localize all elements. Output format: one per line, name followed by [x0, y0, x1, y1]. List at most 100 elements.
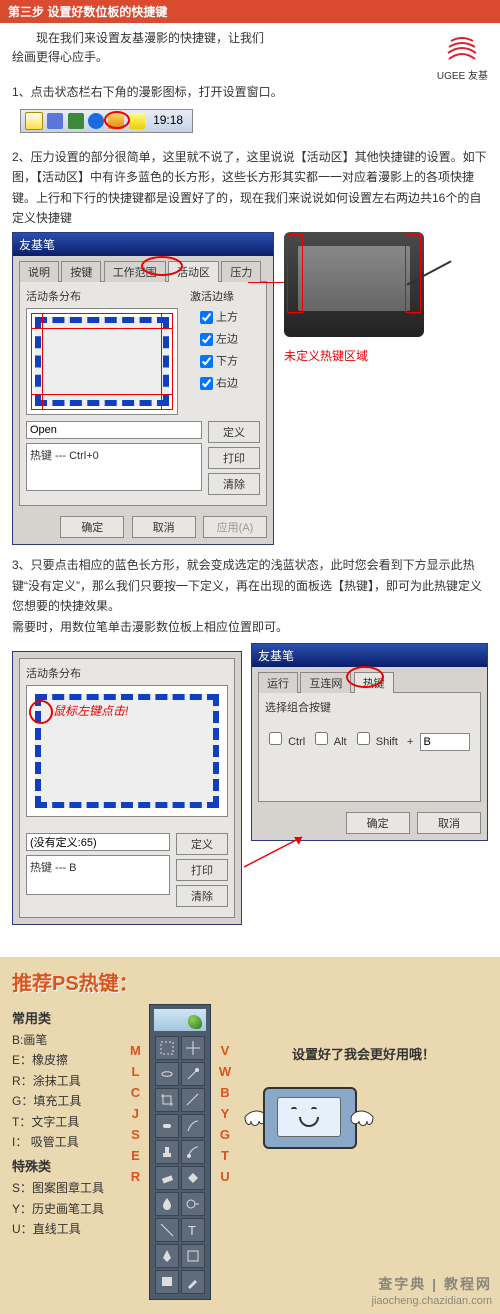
active-area-preview[interactable]: [26, 308, 178, 415]
brand-logo: UGEE 友基: [437, 37, 488, 82]
mascot-tablet: [249, 1073, 369, 1153]
intro-block: 现在我们来设置友基漫影的快捷键，让我们 绘画更得心应手。: [12, 29, 488, 67]
print-button[interactable]: 打印: [208, 447, 260, 469]
tool-notes-icon[interactable]: [155, 1270, 179, 1294]
lbl-ctrl: Ctrl: [288, 736, 305, 748]
tool-eraser-icon[interactable]: [155, 1166, 179, 1190]
manying-icon[interactable]: [108, 113, 124, 129]
intro-line1: 现在我们来设置友基漫影的快捷键，让我们: [12, 29, 488, 48]
tab-internet[interactable]: 互连网: [300, 672, 351, 693]
lbl-shift: Shift: [376, 736, 398, 748]
list-item: L: [130, 1061, 141, 1082]
undefined-hotkey-callout: 未定义热键区域: [284, 347, 488, 364]
tool-marquee-icon[interactable]: [155, 1036, 179, 1060]
list-item: S: [130, 1124, 141, 1145]
define-button2[interactable]: 定义: [176, 833, 228, 855]
click-callout: 鼠标左键点击!: [53, 702, 128, 719]
bluetooth-icon[interactable]: [88, 113, 104, 129]
hotkey-box: 热键 --- Ctrl+0: [26, 443, 202, 491]
tool-pen-icon[interactable]: [155, 1244, 179, 1268]
list-item: G：填充工具: [12, 1091, 122, 1111]
cb-top[interactable]: [200, 311, 213, 324]
tray-app-icon[interactable]: [47, 113, 63, 129]
cb-alt[interactable]: [315, 732, 328, 745]
tab-pressure[interactable]: 压力: [221, 261, 261, 282]
ok-button[interactable]: 确定: [60, 516, 124, 538]
watermark-line1: 查字典 | 教程网: [372, 1275, 492, 1293]
apply-button[interactable]: 应用(A): [203, 516, 267, 538]
right-letters: V W B Y G T U: [219, 1040, 231, 1187]
lbl-alt: Alt: [334, 736, 347, 748]
tool-bucket-icon[interactable]: [181, 1166, 205, 1190]
tool-dodge-icon[interactable]: [181, 1192, 205, 1216]
tool-slice-icon[interactable]: [181, 1088, 205, 1112]
list-item: B:画笔: [12, 1030, 122, 1050]
tool-wand-icon[interactable]: [181, 1062, 205, 1086]
define-arrow: [244, 833, 314, 873]
tool-blur-icon[interactable]: [155, 1192, 179, 1216]
hotkey-dialog-title: 友基笔: [258, 649, 294, 663]
cancel-button[interactable]: 取消: [132, 516, 196, 538]
hk-ok-button[interactable]: 确定: [346, 812, 410, 834]
step-title: 第三步 设置好数位板的快捷键: [8, 5, 167, 19]
list-item: S：图案图章工具: [12, 1178, 122, 1198]
common-head: 常用类: [12, 1008, 122, 1030]
open-input[interactable]: [26, 421, 202, 439]
key-select[interactable]: [420, 733, 470, 751]
tab-desc[interactable]: 说明: [19, 261, 59, 282]
qq-icon[interactable]: [25, 112, 43, 130]
tray-app2-icon[interactable]: [68, 113, 84, 129]
list-item: V: [219, 1040, 231, 1061]
tool-history-icon[interactable]: [181, 1140, 205, 1164]
dialog-title: 友基笔: [19, 238, 55, 252]
cb-right[interactable]: [200, 377, 213, 390]
recommended-title: 推荐PS热键：: [12, 967, 488, 996]
cb-ctrl[interactable]: [269, 732, 282, 745]
cb-bottom[interactable]: [200, 355, 213, 368]
tab-run[interactable]: 运行: [258, 672, 298, 693]
brand-name: UGEE 友基: [437, 71, 488, 82]
mascot-speech: 设置好了我会更好用哦！: [239, 1044, 488, 1063]
list-item: E：橡皮擦: [12, 1050, 122, 1070]
tool-eyedrop-icon[interactable]: [181, 1270, 205, 1294]
cb-right-row[interactable]: 右边: [196, 374, 260, 393]
point1-text: 1、点击状态栏右下角的漫影图标，打开设置窗口。: [12, 82, 488, 102]
cb-top-row[interactable]: 上方: [196, 308, 260, 327]
hotkey-box2-value: 热键 --- B: [30, 862, 76, 874]
cb-bottom-row[interactable]: 下方: [196, 352, 260, 371]
tab-keys[interactable]: 按键: [61, 261, 101, 282]
hk-cancel-button[interactable]: 取消: [417, 812, 481, 834]
cb-left[interactable]: [200, 333, 213, 346]
list-item: T: [219, 1145, 231, 1166]
tool-type-icon[interactable]: T: [181, 1218, 205, 1242]
cb-bottom-label: 下方: [216, 356, 238, 368]
tool-shape-icon[interactable]: [181, 1244, 205, 1268]
tool-path-icon[interactable]: [155, 1218, 179, 1242]
tool-crop-icon[interactable]: [155, 1088, 179, 1112]
red-rect-left: [31, 313, 43, 410]
tool-move-icon[interactable]: [181, 1036, 205, 1060]
nodef-input[interactable]: [26, 833, 170, 851]
tray-misc-icon[interactable]: [129, 113, 145, 129]
hotkey-list: 常用类 B:画笔 E：橡皮擦 R：涂抹工具 G：填充工具 T：文字工具 I： 吸…: [12, 1004, 122, 1240]
tablet-screen: [298, 246, 410, 311]
tool-stamp-icon[interactable]: [155, 1140, 179, 1164]
clear-button2[interactable]: 清除: [176, 885, 228, 907]
clear-button[interactable]: 清除: [208, 473, 260, 495]
cb-left-row[interactable]: 左边: [196, 330, 260, 349]
list-item: U：直线工具: [12, 1219, 122, 1239]
tool-brush-icon[interactable]: [181, 1114, 205, 1138]
watermark: 查字典 | 教程网 jiaocheng.chazidian.com: [372, 1275, 492, 1307]
list-item: U: [219, 1166, 231, 1187]
tool-lasso-icon[interactable]: [155, 1062, 179, 1086]
print-button2[interactable]: 打印: [176, 859, 228, 881]
tool-heal-icon[interactable]: [155, 1114, 179, 1138]
hotkey-dialog: 友基笔 运行 互连网 热键 选择组合按键 Ctrl Alt Shift + 确: [251, 643, 488, 841]
step-header: 第三步 设置好数位板的快捷键: [0, 0, 500, 23]
define-button[interactable]: 定义: [208, 421, 260, 443]
cb-shift[interactable]: [357, 732, 370, 745]
active-area-preview2[interactable]: 鼠标左键点击!: [26, 685, 228, 817]
tray-clock: 19:18: [149, 113, 187, 129]
red-rect-right: [161, 313, 173, 410]
manying-icon-highlight: [108, 113, 124, 129]
